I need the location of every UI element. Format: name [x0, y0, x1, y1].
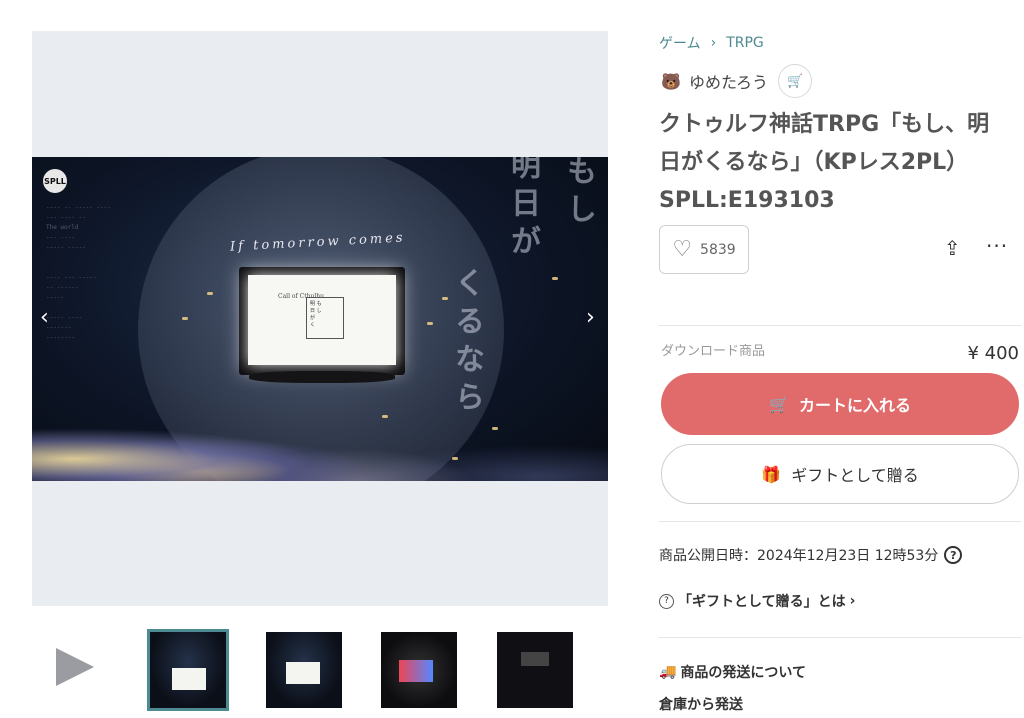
sparkle	[552, 277, 558, 280]
gift-about-text: 「ギフトとして贈る」とは	[678, 594, 846, 610]
thumbnail-screen	[286, 662, 320, 684]
shipping-from: 倉庫から発送	[659, 697, 743, 713]
truck-icon: 🚚	[659, 664, 677, 680]
vertical-title-1: くるなら	[449, 267, 484, 419]
thumbnail-screen	[521, 652, 549, 666]
breadcrumb: ゲーム › TRPG	[659, 33, 764, 53]
like-button[interactable]: ♡ 5839	[659, 225, 749, 274]
product-gallery: SPLL ---- -- ----- ---- --- ---- -- The wo…	[32, 31, 608, 606]
sparkle	[182, 317, 188, 320]
chevron-right-icon: ›	[849, 593, 856, 609]
brand-logo: SPLL	[43, 169, 67, 193]
thumbnail-screen	[172, 668, 206, 690]
gift-button[interactable]: 🎁 ギフトとして贈る	[661, 444, 1019, 504]
prev-image-arrow-icon[interactable]: ‹	[40, 305, 49, 330]
shipping-title: 🚚 商品の発送について	[659, 662, 806, 682]
background-text: ---- -- ----- ---- --- ---- -- The world --…	[46, 204, 112, 341]
product-price: ¥ 400	[967, 343, 1019, 364]
tv-screen: Call of Cthulhu 明 も日 しがく	[248, 275, 396, 365]
add-to-cart-label: カートに入れる	[798, 396, 911, 415]
question-icon: ?	[659, 593, 674, 609]
cart-icon: 🛒	[769, 394, 789, 414]
clouds-graphic	[32, 387, 608, 481]
gift-about-link[interactable]: ? 「ギフトとして贈る」とは ›	[659, 591, 855, 611]
product-title: クトゥルフ神話TRPG「もし、明日がくるなら」（KPレス2PL）SPLL:E19…	[659, 112, 990, 213]
share-icon[interactable]: ⇪	[944, 236, 961, 260]
chevron-right-icon: ›	[710, 35, 717, 51]
product-type-label: ダウンロード商品	[661, 344, 766, 359]
shipping-title-text: 商品の発送について	[680, 665, 807, 681]
like-count: 5839	[700, 241, 736, 258]
help-icon[interactable]: ?	[944, 546, 963, 564]
thumbnail-3[interactable]	[381, 632, 457, 708]
vertical-title-2: 明日が	[505, 157, 540, 263]
breadcrumb-category[interactable]: ゲーム	[659, 33, 701, 53]
publish-date: 商品公開日時：2024年12月23日 12時53分 ?	[659, 545, 963, 565]
divider	[659, 637, 1021, 638]
sparkle	[492, 427, 498, 430]
next-image-arrow-icon[interactable]: ›	[586, 305, 595, 330]
heart-icon: ♡	[672, 237, 693, 262]
main-product-image[interactable]: SPLL ---- -- ----- ---- --- ---- -- The wo…	[32, 157, 608, 481]
add-to-cart-button[interactable]: 🛒 カートに入れる	[661, 373, 1019, 435]
gift-icon: 🎁	[761, 464, 782, 484]
play-video-icon[interactable]	[56, 648, 94, 686]
shop-avatar-icon[interactable]: 🐻	[659, 69, 683, 93]
sparkle	[207, 292, 213, 295]
thumbnail-screen	[399, 660, 433, 682]
tv-screen-box: 明 も日 しがく	[306, 297, 344, 339]
gift-label: ギフトとして贈る	[791, 466, 919, 485]
thumbnail-4[interactable]	[497, 632, 573, 708]
publish-date-text: 商品公開日時：2024年12月23日 12時53分	[659, 548, 939, 564]
shop-info: 🐻 ゆめたろう 🛒	[659, 64, 813, 98]
breadcrumb-subcategory[interactable]: TRPG	[726, 35, 764, 51]
sparkle	[452, 457, 458, 460]
tv-stand	[249, 371, 395, 383]
divider	[659, 521, 1021, 522]
tv-graphic: Call of Cthulhu 明 も日 しがく	[239, 267, 405, 375]
shop-cart-icon[interactable]: 🛒	[778, 64, 813, 98]
divider	[659, 325, 1021, 326]
thumbnail-2[interactable]	[266, 632, 342, 708]
thumbnail-1[interactable]	[147, 629, 229, 711]
sparkle	[427, 322, 433, 325]
sparkle	[382, 415, 388, 418]
more-options-icon[interactable]: ···	[986, 234, 1008, 258]
vertical-title-3: もし	[561, 157, 596, 231]
shop-name[interactable]: ゆめたろう	[689, 69, 768, 93]
